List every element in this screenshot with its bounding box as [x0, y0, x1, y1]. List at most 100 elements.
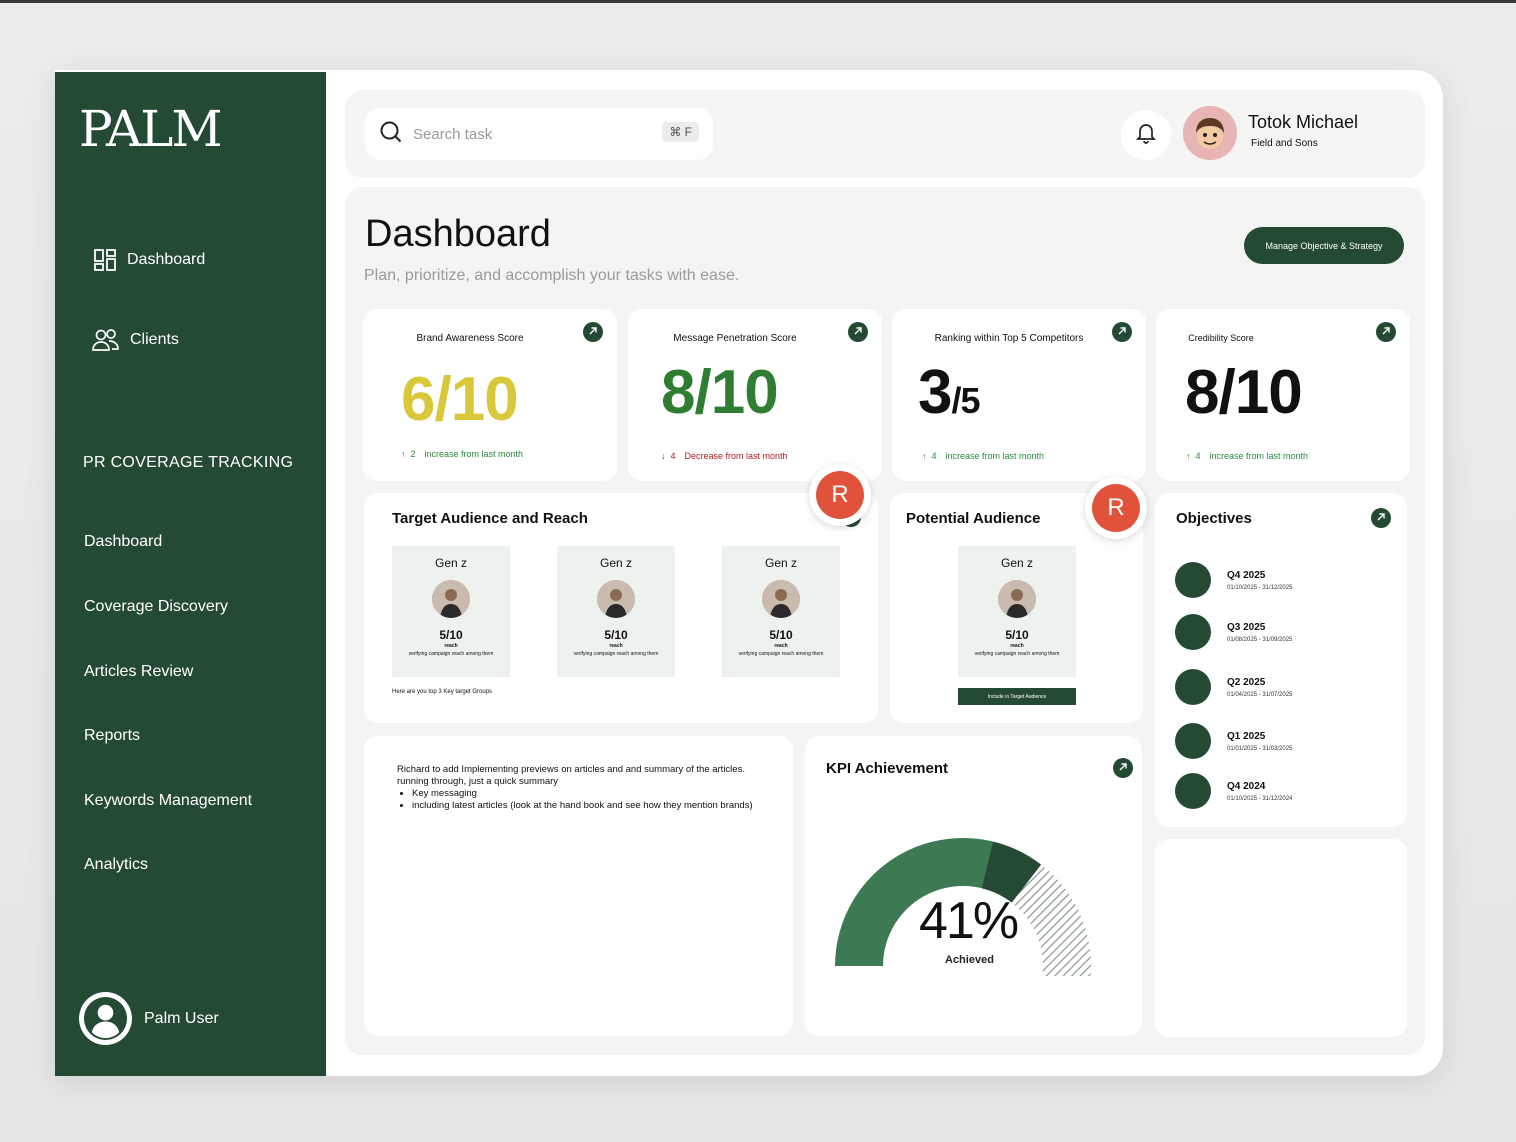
notification-button[interactable]: [1121, 110, 1171, 160]
person-avatar: [432, 580, 470, 618]
logo: PALM: [79, 100, 223, 158]
audience-tile[interactable]: Gen z 5/10 reach verifying campaign reac…: [722, 546, 840, 677]
sidebar-sub-item-keywords-management[interactable]: Keywords Management: [84, 792, 252, 810]
open-arrow-button[interactable]: [848, 322, 868, 342]
metric-change: ↑ 4 increase from last month: [922, 451, 1044, 461]
search-input[interactable]: Search task ⌘ F: [365, 108, 713, 160]
metric-note: increase from last month: [424, 449, 524, 459]
notes-card: Richard to add Implementing previews on …: [364, 736, 793, 1036]
objective-quarter: Q2 2025: [1227, 676, 1266, 688]
arrow-up-right-icon: [588, 323, 598, 341]
person-avatar: [597, 580, 635, 618]
arrow-down-icon: ↓: [661, 451, 666, 461]
bell-icon: [1135, 122, 1157, 149]
objectives-card: Objectives Q4 2025 01/10/2025 - 31/12/202…: [1155, 493, 1407, 827]
objective-dates: 01/10/2025 - 31/12/2025: [1227, 584, 1293, 591]
search-placeholder: Search task: [413, 125, 493, 143]
objective-item[interactable]: Q4 2025 01/10/2025 - 31/12/2025: [1175, 562, 1292, 598]
assignee-initial: R: [816, 471, 864, 519]
open-arrow-button[interactable]: [1113, 758, 1133, 778]
metric-value: 8/10: [661, 358, 779, 427]
objective-dates: 01/01/2025 - 31/03/2025: [1227, 745, 1293, 752]
sidebar-sub-item-coverage-discovery[interactable]: Coverage Discovery: [84, 598, 228, 616]
page-subtitle: Plan, prioritize, and accomplish your ta…: [364, 267, 740, 284]
notes-bullet: Key messaging: [412, 788, 757, 800]
objective-quarter: Q4 2025: [1227, 569, 1266, 581]
audience-score: 5/10: [769, 628, 793, 642]
metric-value: 3/5: [918, 357, 981, 428]
objective-status-dot: [1175, 562, 1211, 598]
sidebar-sub-item-dashboard[interactable]: Dashboard: [84, 533, 162, 551]
objective-item[interactable]: Q3 2025 01/08/2025 - 31/09/2025: [1175, 614, 1292, 650]
open-arrow-button[interactable]: [1376, 322, 1396, 342]
notes-intro: Richard to add Implementing previews on …: [397, 764, 745, 787]
sidebar-sub-item-articles-review[interactable]: Articles Review: [84, 663, 193, 681]
card-title: Potential Audience: [906, 510, 1041, 527]
metric-change: ↑ 2 increase from last month: [401, 449, 523, 459]
assignee-badge[interactable]: R: [1085, 477, 1147, 539]
card-title: Objectives: [1176, 510, 1252, 527]
kpi-card: KPI Achievement 41% Achieved: [805, 736, 1142, 1036]
profile-name: Totok Michael: [1248, 112, 1359, 132]
objective-status-dot: [1175, 773, 1211, 809]
manage-objective-button[interactable]: Manage Objective & Strategy: [1244, 227, 1404, 264]
metric-card-message-penetration: Message Penetration Score 8/10 ↓ 4 Decre…: [628, 309, 882, 481]
sidebar-item-dashboard[interactable]: Dashboard: [93, 248, 205, 272]
metric-card-credibility: Credibility Score 8/10 ↑ 4 increase from…: [1156, 309, 1410, 481]
objective-item[interactable]: Q2 2025 01/04/2025 - 31/07/2025: [1175, 669, 1292, 705]
sidebar-sub-item-analytics[interactable]: Analytics: [84, 856, 148, 874]
kpi-label: Achieved: [945, 954, 994, 966]
metric-value-suffix: /5: [951, 380, 980, 421]
target-audience-card: Target Audience and Reach Gen z 5/10 rea…: [364, 493, 878, 723]
include-target-audience-button[interactable]: Include in Target Audience: [958, 688, 1076, 705]
sidebar-item-clients[interactable]: Clients: [92, 328, 179, 352]
metric-delta: 4: [670, 451, 676, 461]
audience-generation: Gen z: [434, 556, 467, 570]
search-icon: [379, 120, 403, 149]
section-title: PR COVERAGE TRACKING: [83, 454, 294, 471]
sidebar-user[interactable]: Palm User: [79, 992, 219, 1045]
objective-status-dot: [1175, 614, 1211, 650]
audience-tile[interactable]: Gen z 5/10 reach verifying campaign reac…: [392, 546, 510, 677]
open-arrow-button[interactable]: [583, 322, 603, 342]
assignee-badge[interactable]: R: [809, 464, 871, 526]
audience-reach-label: reach: [1010, 643, 1024, 649]
metric-delta: 4: [1195, 451, 1201, 461]
metric-delta: 2: [410, 449, 416, 459]
objective-dates: 01/08/2025 - 31/09/2025: [1227, 636, 1293, 643]
person-avatar: [762, 580, 800, 618]
notes-bullet: including latest articles (look at the h…: [412, 800, 757, 812]
audience-score: 5/10: [604, 628, 628, 642]
metric-value: 6/10: [401, 365, 519, 434]
notes-text[interactable]: Richard to add Implementing previews on …: [397, 764, 757, 812]
profile-organization: Field and Sons: [1251, 138, 1318, 149]
objective-item[interactable]: Q1 2025 01/01/2025 - 31/03/2025: [1175, 723, 1292, 759]
card-title: Target Audience and Reach: [392, 510, 588, 527]
audience-reach-label: reach: [609, 643, 623, 649]
audience-generation: Gen z: [599, 556, 632, 570]
audience-reach-label: reach: [774, 643, 788, 649]
profile-avatar[interactable]: [1183, 106, 1237, 160]
audience-generation: Gen z: [764, 556, 797, 570]
users-icon: [92, 328, 120, 352]
arrow-up-icon: ↑: [1186, 451, 1191, 461]
assignee-initial: R: [1092, 484, 1140, 532]
arrow-up-icon: ↑: [401, 449, 406, 459]
empty-card: [1155, 839, 1407, 1037]
open-arrow-button[interactable]: [1371, 508, 1391, 528]
arrow-up-icon: ↑: [922, 451, 927, 461]
sidebar-item-label: Dashboard: [127, 251, 206, 268]
keyboard-shortcut: ⌘ F: [662, 122, 699, 142]
audience-description: verifying campaign reach among them: [738, 651, 824, 657]
user-icon: [79, 992, 132, 1045]
audience-tile[interactable]: Gen z 5/10 reach verifying campaign reac…: [958, 546, 1076, 677]
objective-item[interactable]: Q4 2024 01/10/2025 - 31/12/2024: [1175, 773, 1292, 809]
sidebar-sub-item-reports[interactable]: Reports: [84, 727, 140, 745]
notes-bullet-list: Key messaging including latest articles …: [412, 788, 757, 812]
person-avatar: [998, 580, 1036, 618]
audience-description: verifying campaign reach among them: [408, 651, 494, 657]
page-title: Dashboard: [365, 213, 551, 255]
audience-tile[interactable]: Gen z 5/10 reach verifying campaign reac…: [557, 546, 675, 677]
arrow-up-right-icon: [1381, 323, 1391, 341]
metric-label: Message Penetration Score: [673, 333, 797, 344]
